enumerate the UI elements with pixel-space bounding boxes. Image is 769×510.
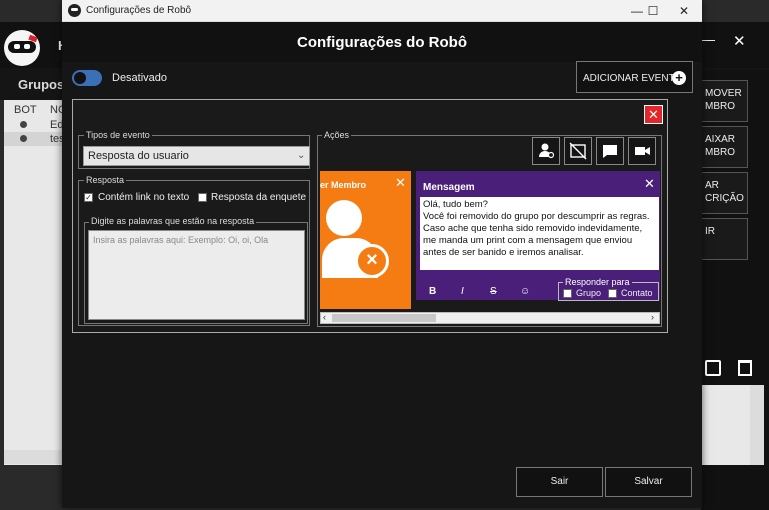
contains-link-label: Contém link no texto <box>98 192 190 203</box>
scroll-right-icon[interactable]: › <box>651 312 654 322</box>
strikethrough-button[interactable]: S <box>490 286 497 297</box>
words-legend: Digite as palavras que estão na resposta <box>89 216 257 226</box>
message-textarea[interactable]: Olá, tudo bem? Você foi removido do grup… <box>420 197 659 270</box>
scroll-left-icon[interactable]: ‹ <box>323 312 326 322</box>
reply-contact-checkbox[interactable] <box>608 289 617 298</box>
emoji-button[interactable]: ☺ <box>520 286 530 297</box>
chat-icon <box>603 145 617 158</box>
poll-response-checkbox[interactable] <box>198 193 207 202</box>
status-dot-icon <box>20 121 27 128</box>
add-event-label: ADICIONAR EVENTO <box>583 73 683 84</box>
poll-response-label: Resposta da enquete <box>211 192 307 203</box>
reply-contact-label: Contato <box>621 288 653 298</box>
description-button[interactable]: AR CRIÇÃO <box>700 172 748 214</box>
plus-circle-icon: + <box>672 71 686 85</box>
reply-group-checkbox[interactable] <box>563 289 572 298</box>
save-button[interactable]: Salvar <box>605 467 692 497</box>
exit-group-button[interactable]: IR <box>700 218 748 260</box>
groups-list-scrollbar[interactable] <box>4 450 64 464</box>
no-image-button[interactable] <box>564 137 592 165</box>
user-settings-icon <box>539 143 555 159</box>
no-image-icon <box>569 142 587 160</box>
event-type-select[interactable]: Resposta do usuario <box>83 146 310 166</box>
remove-member-card-title: er Membro <box>320 180 367 190</box>
bold-button[interactable]: B <box>429 286 436 297</box>
actions-scroll-thumb[interactable] <box>332 314 436 322</box>
list-header-bot: BOT <box>14 104 37 116</box>
response-legend: Resposta <box>84 175 127 185</box>
groups-label: Grupos: <box>18 77 69 92</box>
reply-to-legend: Responder para <box>563 277 632 287</box>
reply-group-label: Grupo <box>576 288 602 298</box>
ninja-logo-icon <box>4 30 40 66</box>
side-panel-scrollbar[interactable] <box>750 385 764 465</box>
trash-icon[interactable] <box>738 360 752 376</box>
message-card-title: Mensagem <box>423 182 475 193</box>
message-card-close-icon[interactable]: ✕ <box>644 176 655 192</box>
save-icon[interactable] <box>705 360 721 376</box>
list-item[interactable]: test <box>4 132 68 146</box>
contains-link-checkbox[interactable]: ✓ <box>84 193 93 202</box>
list-item[interactable]: Edi <box>4 118 66 132</box>
add-event-button[interactable]: ADICIONAR EVENTO + <box>576 61 693 93</box>
user-avatar-icon <box>326 200 362 236</box>
remove-member-button[interactable]: MOVER MBRO <box>700 80 748 122</box>
close-event-button[interactable]: ✕ <box>644 105 663 124</box>
status-dot-icon <box>20 135 27 142</box>
main-minimize-icon[interactable]: — <box>702 32 715 47</box>
toggle-label: Desativado <box>112 72 168 84</box>
video-icon <box>635 147 650 155</box>
remove-badge-icon: × <box>355 244 389 278</box>
chevron-down-icon[interactable]: ⌄ <box>297 150 305 161</box>
actions-legend: Ações <box>322 130 352 140</box>
groups-list[interactable]: BOT NO Edi test <box>4 100 68 465</box>
video-button[interactable] <box>628 137 656 165</box>
toggle-knob[interactable] <box>74 72 86 84</box>
chat-button[interactable] <box>596 137 624 165</box>
exit-button[interactable]: Sair <box>516 467 603 497</box>
italic-button[interactable]: I <box>461 286 464 297</box>
event-type-legend: Tipos de evento <box>84 130 152 140</box>
words-placeholder: Insira as palavras aqui: Exemplo: Oi, oi… <box>93 235 269 245</box>
remove-card-close-icon[interactable]: ✕ <box>395 175 406 191</box>
main-close-icon[interactable]: ✕ <box>733 32 746 50</box>
lower-member-button[interactable]: AIXAR MBRO <box>700 126 748 168</box>
user-settings-button[interactable] <box>532 137 560 165</box>
